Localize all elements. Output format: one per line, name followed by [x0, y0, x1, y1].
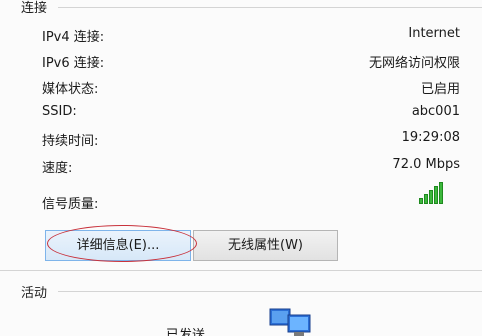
signal-quality-label: 信号质量:: [42, 197, 99, 212]
duration-row: 持续时间: 19:29:08: [42, 130, 460, 150]
ssid-value: abc001: [411, 104, 460, 119]
speed-row: 速度: 72.0 Mbps: [42, 157, 460, 177]
ipv4-value: Internet: [408, 26, 460, 41]
section-separator: [0, 270, 482, 271]
ssid-label: SSID:: [42, 104, 77, 119]
activity-section-title: 活动: [21, 286, 48, 301]
ipv4-row: IPv4 连接: Internet: [42, 26, 460, 46]
speed-value: 72.0 Mbps: [392, 157, 460, 172]
ipv6-value: 无网络访问权限: [368, 56, 460, 71]
ipv6-row: IPv6 连接: 无网络访问权限: [42, 52, 460, 72]
duration-value: 19:29:08: [401, 130, 460, 145]
network-computers-icon: [268, 307, 312, 336]
signal-bar: [419, 198, 423, 204]
ipv6-label: IPv6 连接:: [42, 56, 105, 71]
signal-bar: [429, 190, 433, 204]
signal-bar: [439, 182, 443, 204]
sent-label: 已发送: [166, 328, 206, 336]
signal-bar: [424, 194, 428, 204]
duration-label: 持续时间:: [42, 134, 99, 149]
activity-divider: [58, 291, 482, 292]
wifi-status-dialog: 连接 IPv4 连接: Internet IPv6 连接: 无网络访问权限 媒体…: [0, 0, 482, 336]
signal-bar: [434, 186, 438, 204]
media-state-value: 已启用: [420, 82, 460, 97]
signal-strength-icon: [419, 180, 447, 204]
media-state-row: 媒体状态: 已启用: [42, 78, 460, 98]
signal-quality-row: 信号质量:: [42, 193, 402, 213]
ipv4-label: IPv4 连接:: [42, 30, 105, 45]
connection-section-title: 连接: [21, 1, 48, 16]
ssid-row: SSID: abc001: [42, 104, 460, 124]
details-button[interactable]: 详细信息(E)...: [45, 230, 191, 261]
speed-label: 速度:: [42, 161, 73, 176]
media-state-label: 媒体状态:: [42, 82, 99, 97]
connection-divider: [58, 7, 482, 8]
wireless-properties-button[interactable]: 无线属性(W): [193, 230, 338, 261]
